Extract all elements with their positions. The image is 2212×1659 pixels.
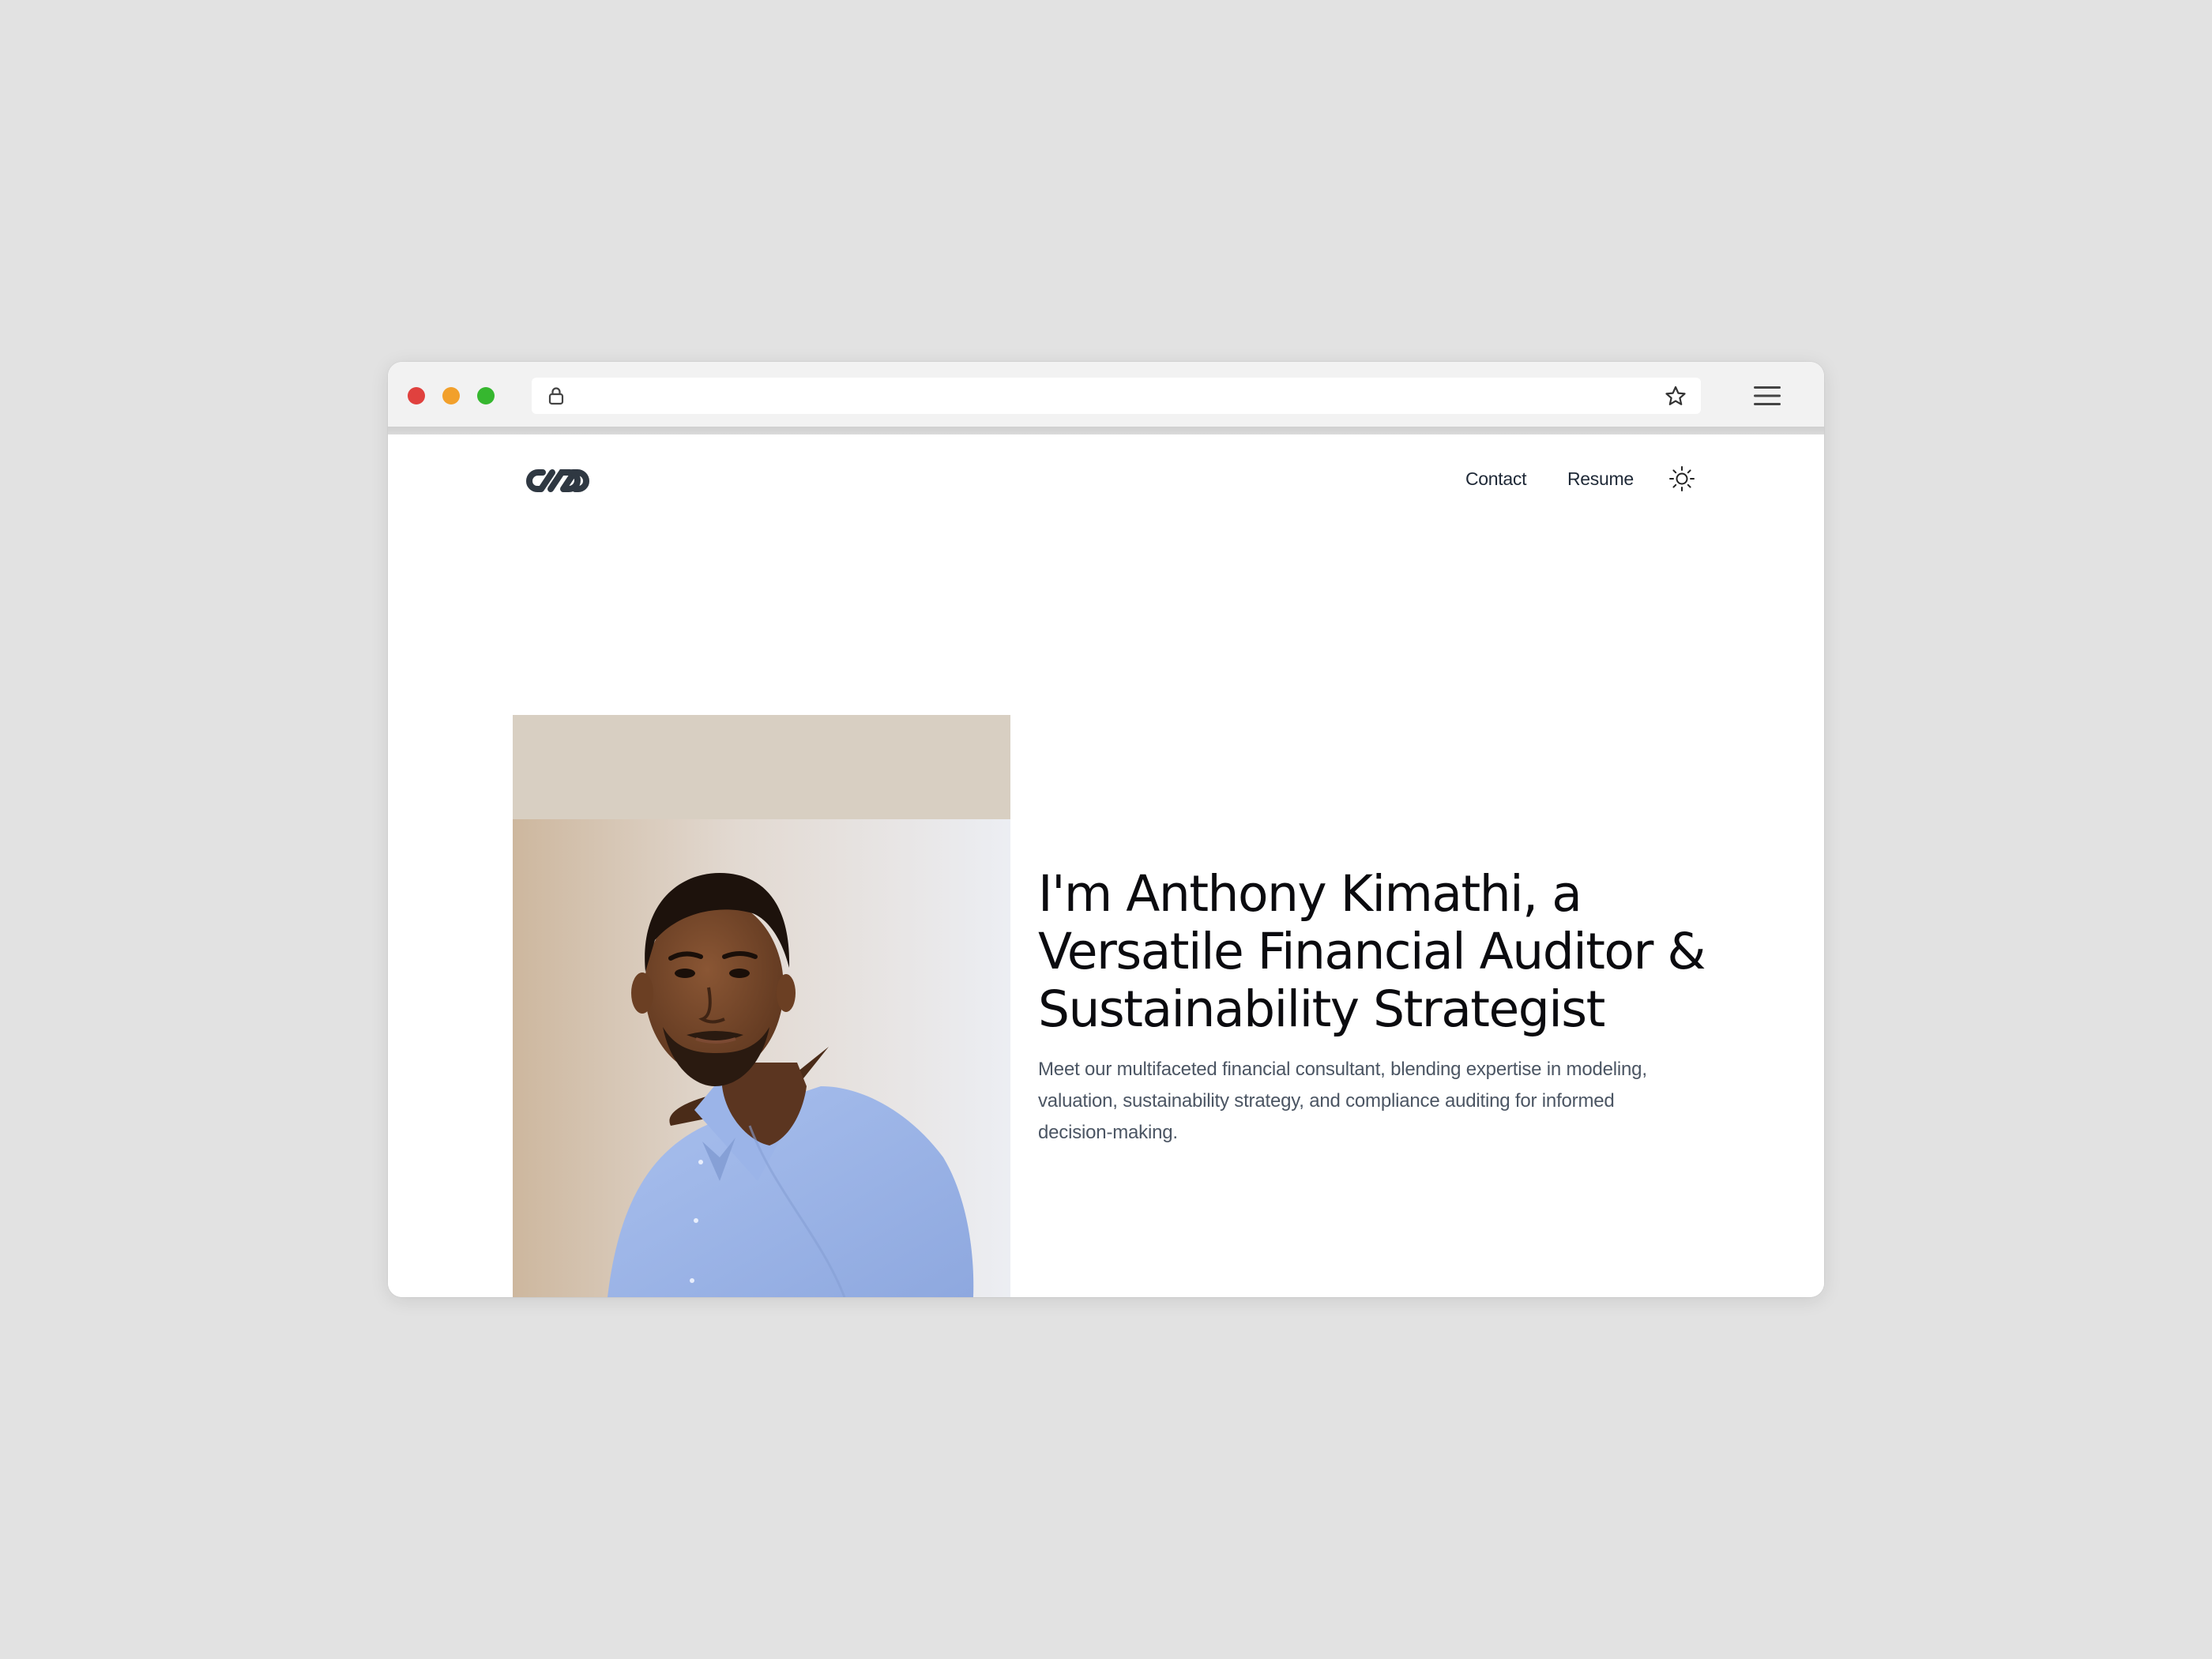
browser-window: Contact Resume I'm Anthony Kimathi, a Ve… xyxy=(388,362,1824,1297)
nav-contact-link[interactable]: Contact xyxy=(1465,468,1526,490)
portrait-illustration xyxy=(513,715,1010,1297)
window-close-button[interactable] xyxy=(408,387,425,404)
portrait-photo xyxy=(513,715,1010,1297)
toolbar-divider xyxy=(388,427,1824,434)
chain-link-logo xyxy=(525,469,590,492)
window-maximize-button[interactable] xyxy=(477,387,495,404)
hero-title: I'm Anthony Kimathi, a Versatile Financi… xyxy=(1038,865,1706,1038)
address-bar[interactable] xyxy=(532,378,1701,414)
sun-icon[interactable] xyxy=(1668,465,1695,492)
hamburger-menu-icon[interactable] xyxy=(1753,385,1781,407)
lock-icon xyxy=(548,387,564,405)
star-icon[interactable] xyxy=(1663,384,1688,409)
hero-text-block: I'm Anthony Kimathi, a Versatile Financi… xyxy=(1038,865,1717,1149)
hero-subtitle: Meet our multifaceted financial consulta… xyxy=(1038,1059,1647,1143)
browser-toolbar xyxy=(388,362,1824,427)
nav-resume-link[interactable]: Resume xyxy=(1567,468,1634,490)
web-page: Contact Resume I'm Anthony Kimathi, a Ve… xyxy=(388,434,1824,1297)
window-minimize-button[interactable] xyxy=(442,387,460,404)
